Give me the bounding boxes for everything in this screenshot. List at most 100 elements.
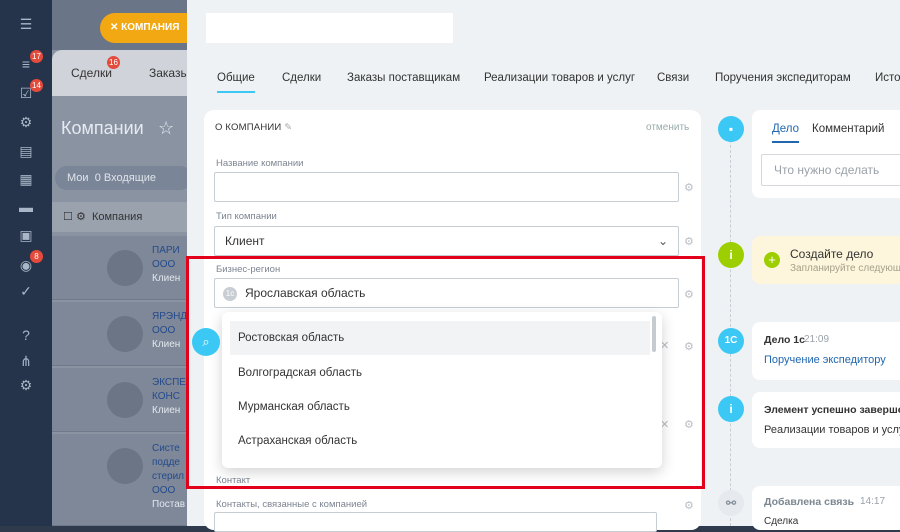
calendar-icon[interactable]: ▦ — [17, 170, 35, 188]
row-link[interactable]: ООО — [152, 324, 187, 338]
filter-label: Мои — [67, 172, 89, 184]
avatar — [107, 316, 143, 352]
filter-count: 0 — [94, 172, 101, 184]
filter-pill[interactable]: Мои 0 Входящие — [55, 166, 192, 190]
chip-label: КОМПАНИЯ — [121, 22, 180, 33]
robot-badge: 8 — [30, 250, 43, 263]
avatar — [107, 448, 143, 484]
success-card: Элемент успешно завершен Реализации това… — [752, 392, 900, 448]
card-title: О КОМПАНИИ ✎ — [215, 122, 292, 133]
task-link[interactable]: Поручение экспедитору — [764, 354, 886, 366]
card-title-text: О КОМПАНИИ — [215, 122, 282, 133]
notification-badge: 17 — [30, 50, 43, 63]
column-header: Компания — [91, 211, 143, 223]
structure-icon[interactable]: ⋔ — [17, 352, 35, 370]
company-type-select[interactable]: Клиент ⌄ — [214, 226, 679, 256]
row-type: Клиен — [152, 273, 181, 284]
info-icon: i — [718, 396, 744, 422]
tab-general[interactable]: Общие — [217, 72, 255, 93]
tab-realizations[interactable]: Реализации товаров и услуг — [484, 72, 635, 84]
row-type: Клиен — [152, 405, 181, 416]
gear-icon[interactable]: ⚙ — [684, 182, 696, 194]
row-link[interactable]: ЭКСПЕ — [152, 376, 186, 390]
tab-comment[interactable]: Комментарий — [812, 123, 884, 135]
tab-links[interactable]: Связи — [657, 72, 689, 84]
tab-forwarder-orders[interactable]: Поручения экспедиторам — [715, 72, 851, 84]
row-link[interactable]: стерил — [152, 470, 185, 484]
settings-icon[interactable]: ⚙ — [17, 376, 35, 394]
avatar — [107, 382, 143, 418]
success-title: Элемент успешно завершен — [764, 404, 900, 416]
company-type-value: Клиент — [225, 234, 265, 248]
tab-deals[interactable]: Сделки — [282, 72, 321, 84]
chevron-down-icon: ⌄ — [657, 234, 668, 248]
row-link[interactable]: ЯРЭНД — [152, 310, 187, 324]
help-icon[interactable]: ? — [17, 326, 35, 344]
check-icon[interactable]: ✓ — [17, 282, 35, 300]
row-link[interactable]: подде — [152, 456, 185, 470]
link-card: Добавлена связь 14:17 Сделка — [752, 486, 900, 530]
gear-icon[interactable]: ⚙ — [684, 500, 696, 512]
bg-tab-orders[interactable]: Заказы — [149, 66, 189, 80]
table-row[interactable]: ЭКСПЕ КОНС Клиен — [52, 368, 192, 432]
create-task-card[interactable]: + Создайте дело Запланируйте следующ — [752, 236, 900, 284]
row-link[interactable]: Систе — [152, 442, 185, 456]
task-title: Дело 1с — [764, 334, 805, 346]
highlight-frame — [186, 256, 705, 489]
tasks-badge: 14 — [30, 79, 43, 92]
tabs-bar: Общие Сделки Заказы поставщикам Реализац… — [187, 62, 900, 98]
left-sidebar: ☰ ≡ 17 ☑ 14 ⚙ ▤ ▦ ▬ ▣ ◉ 8 ✓ ? ⋔ ⚙ — [0, 0, 52, 526]
activity-editor: Дело Комментарий Что нужно сделать — [752, 110, 900, 198]
row-type: Постав — [152, 499, 186, 510]
table-row[interactable]: ЯРЭНД ООО Клиен — [52, 302, 192, 366]
table-row[interactable]: Систе подде стерил ООО Постав — [52, 434, 192, 526]
gear-icon[interactable]: ⚙ — [684, 236, 696, 248]
contacts-label: Контакты, связанные с компанией — [216, 499, 368, 510]
task-card: Дело 1с 21:09 Поручение экспедитору — [752, 322, 900, 380]
star-icon[interactable]: ☆ — [158, 118, 174, 139]
table-header: ☐ ⚙ Компания — [52, 202, 192, 232]
tab-history[interactable]: Исто — [875, 72, 900, 84]
task-time: 21:09 — [804, 334, 830, 345]
row-link[interactable]: ПАРИ — [152, 244, 180, 258]
crm-icon[interactable]: ⚙ — [17, 113, 35, 131]
drive-icon[interactable]: ▬ — [17, 198, 35, 216]
create-task-title: Создайте дело — [790, 247, 874, 261]
header-gear-icon[interactable]: ⚙ — [76, 211, 86, 223]
bg-tab-deals[interactable]: Сделки — [71, 66, 112, 80]
company-name-field[interactable] — [214, 172, 679, 202]
background-tabs: Сделки 16 Заказы — [52, 50, 192, 96]
success-text: Реализации товаров и услу — [764, 424, 900, 436]
link-title: Добавлена связь — [764, 496, 855, 508]
menu-icon[interactable]: ☰ — [17, 15, 35, 33]
row-link[interactable]: КОНС — [152, 390, 186, 404]
select-all-checkbox[interactable]: ☐ — [52, 211, 73, 223]
pencil-icon[interactable]: ✎ — [284, 122, 292, 133]
tab-task[interactable]: Дело — [772, 123, 800, 143]
row-link[interactable]: ООО — [152, 258, 180, 272]
onec-icon: 1C — [718, 328, 744, 354]
contacts-icon[interactable]: ▣ — [17, 226, 35, 244]
table-row[interactable]: ПАРИ ООО Клиен — [52, 236, 192, 300]
filter-text: Входящие — [103, 172, 157, 184]
add-icon[interactable]: + — [764, 252, 780, 268]
link-text: Сделка — [764, 516, 799, 527]
create-task-subtitle: Запланируйте следующ — [790, 263, 900, 274]
search-icon[interactable]: ⌕ — [192, 328, 220, 356]
avatar — [107, 250, 143, 286]
company-chip[interactable]: ✕ КОМПАНИЯ — [100, 13, 192, 43]
company-title-input[interactable] — [206, 13, 453, 43]
row-link[interactable]: ООО — [152, 484, 185, 498]
info-icon: i — [718, 242, 744, 268]
company-type-label: Тип компании — [216, 211, 277, 222]
deals-badge: 16 — [107, 56, 120, 69]
chat-icon[interactable]: ▤ — [17, 142, 35, 160]
link-icon: ⚯ — [718, 490, 744, 516]
page-title: Компании — [61, 118, 144, 138]
contacts-field[interactable] — [214, 512, 657, 532]
cancel-link[interactable]: отменить — [646, 122, 689, 133]
comment-icon: ▪ — [718, 116, 744, 142]
tab-supplier-orders[interactable]: Заказы поставщикам — [347, 72, 460, 84]
todo-input[interactable]: Что нужно сделать — [761, 154, 900, 186]
company-name-label: Название компании — [216, 158, 304, 169]
